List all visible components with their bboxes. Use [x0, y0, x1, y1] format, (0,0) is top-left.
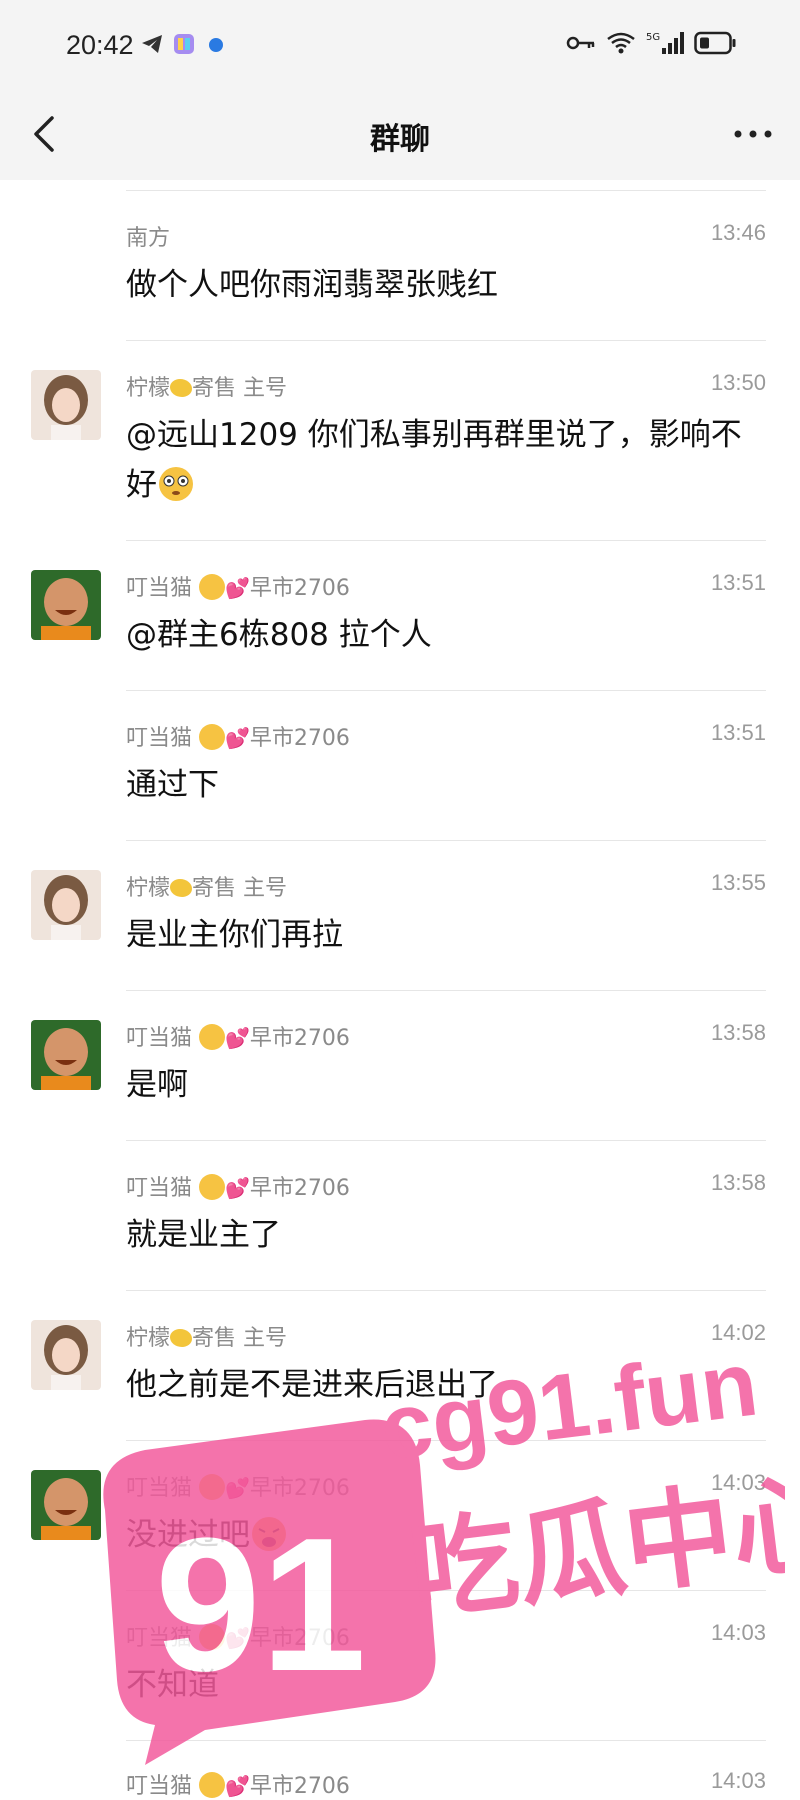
- two-hearts-emoji-icon: 💕: [225, 726, 250, 750]
- message-time: 14:03: [710, 1470, 766, 1495]
- two-hearts-emoji-icon: 💕: [225, 1774, 250, 1798]
- message-divider: [126, 340, 766, 341]
- lemon-emoji-icon: [170, 1329, 193, 1347]
- status-system-icons: 5G: [566, 30, 736, 56]
- message-time: 13:51: [710, 570, 766, 595]
- message-time: 14:03: [710, 1620, 766, 1645]
- sender-name: 叮当猫 💕早市2706: [126, 724, 350, 751]
- wifi-icon: [607, 32, 635, 54]
- avatar-dingdangmao[interactable]: [31, 570, 101, 640]
- two-hearts-emoji-icon: 💕: [225, 1476, 250, 1500]
- more-options-button[interactable]: [728, 112, 778, 156]
- message-divider: [126, 990, 766, 991]
- message-text: 通过下: [126, 767, 219, 803]
- message-divider: [126, 840, 766, 841]
- message-text: @远山1209 你们私事别再群里说了，影响不好: [126, 417, 742, 503]
- message-time: 13:55: [710, 870, 766, 895]
- kissing-emoji-icon: [199, 1624, 226, 1650]
- sender-name: 南方: [126, 226, 171, 251]
- sender-name: 叮当猫 💕早市2706: [126, 574, 350, 601]
- kissing-emoji-icon: [199, 1474, 226, 1500]
- message-time: 14:03: [710, 1768, 766, 1793]
- message-divider: [126, 540, 766, 541]
- message-divider: [126, 1590, 766, 1591]
- flushed-emoji-icon: [159, 467, 193, 501]
- lemon-emoji-icon: [170, 379, 193, 397]
- message-text: @群主6栋808 拉个人: [126, 617, 432, 653]
- two-hearts-emoji-icon: 💕: [225, 1626, 250, 1650]
- kissing-emoji-icon: [199, 1772, 226, 1798]
- message-time: 14:02: [710, 1320, 766, 1345]
- avatar-lemon[interactable]: [31, 370, 101, 440]
- vpn-key-icon: [566, 36, 595, 50]
- sender-name: 叮当猫 💕早市2706: [126, 1174, 350, 1201]
- sender-name: 柠檬 寄售 主号: [126, 876, 288, 901]
- cellular-signal-icon: 5G: [646, 32, 684, 54]
- message-time: 13:58: [710, 1020, 766, 1045]
- message-divider: [126, 1440, 766, 1441]
- message-text: 就是业主了: [126, 1217, 281, 1253]
- page-title: 群聊: [370, 122, 430, 157]
- avatar-lemon[interactable]: [31, 1320, 101, 1390]
- message-divider: [126, 690, 766, 691]
- avatar-lemon[interactable]: [31, 870, 101, 940]
- svg-text:5G: 5G: [646, 32, 660, 43]
- two-hearts-emoji-icon: 💕: [225, 1176, 250, 1200]
- telegram-icon: [142, 35, 162, 53]
- sender-name: 叮当猫 💕早市2706: [126, 1772, 350, 1799]
- tired-emoji-icon: [252, 1517, 286, 1551]
- sender-name: 叮当猫 💕早市2706: [126, 1024, 350, 1051]
- battery-icon: [694, 31, 736, 55]
- status-time: 20:42: [66, 30, 134, 60]
- blue-dot-app-icon: [209, 38, 223, 52]
- sender-name: 柠檬 寄售 主号: [126, 376, 288, 401]
- message-text: 没进过吧: [126, 1510, 766, 1560]
- message-time: 13:46: [710, 220, 766, 245]
- sender-name: 叮当猫 💕早市2706: [126, 1474, 350, 1501]
- kissing-emoji-icon: [199, 724, 226, 750]
- two-hearts-emoji-icon: 💕: [225, 576, 250, 600]
- two-hearts-emoji-icon: 💕: [225, 1026, 250, 1050]
- message-text: 是业主你们再拉: [126, 917, 343, 953]
- app-notification-icon: [174, 34, 194, 54]
- avatar-dingdangmao[interactable]: [31, 1020, 101, 1090]
- status-bar: 20:42 5G: [0, 0, 800, 90]
- kissing-emoji-icon: [199, 574, 226, 600]
- message-text: 不知道: [126, 1667, 219, 1703]
- message-divider: [126, 1140, 766, 1141]
- nav-bar: 群聊: [0, 90, 800, 180]
- status-notification-icons: [140, 32, 228, 56]
- message-time: 13:51: [710, 720, 766, 745]
- message-text: 他之前是不是进来后退出了: [126, 1367, 498, 1403]
- message-text: 做个人吧你雨润翡翠张贱红: [126, 267, 498, 303]
- lemon-emoji-icon: [170, 879, 193, 897]
- avatar-dingdangmao[interactable]: [31, 1470, 101, 1540]
- sender-name: 柠檬 寄售 主号: [126, 1326, 288, 1351]
- sender-name: 叮当猫 💕早市2706: [126, 1624, 350, 1651]
- kissing-emoji-icon: [199, 1174, 226, 1200]
- message-divider: [126, 1290, 766, 1291]
- message-time: 13:50: [710, 370, 766, 395]
- message-time: 13:58: [710, 1170, 766, 1195]
- kissing-emoji-icon: [199, 1024, 226, 1050]
- message-divider: [126, 1740, 766, 1741]
- list-top-divider: [126, 190, 766, 191]
- message-text: 是啊: [126, 1067, 188, 1103]
